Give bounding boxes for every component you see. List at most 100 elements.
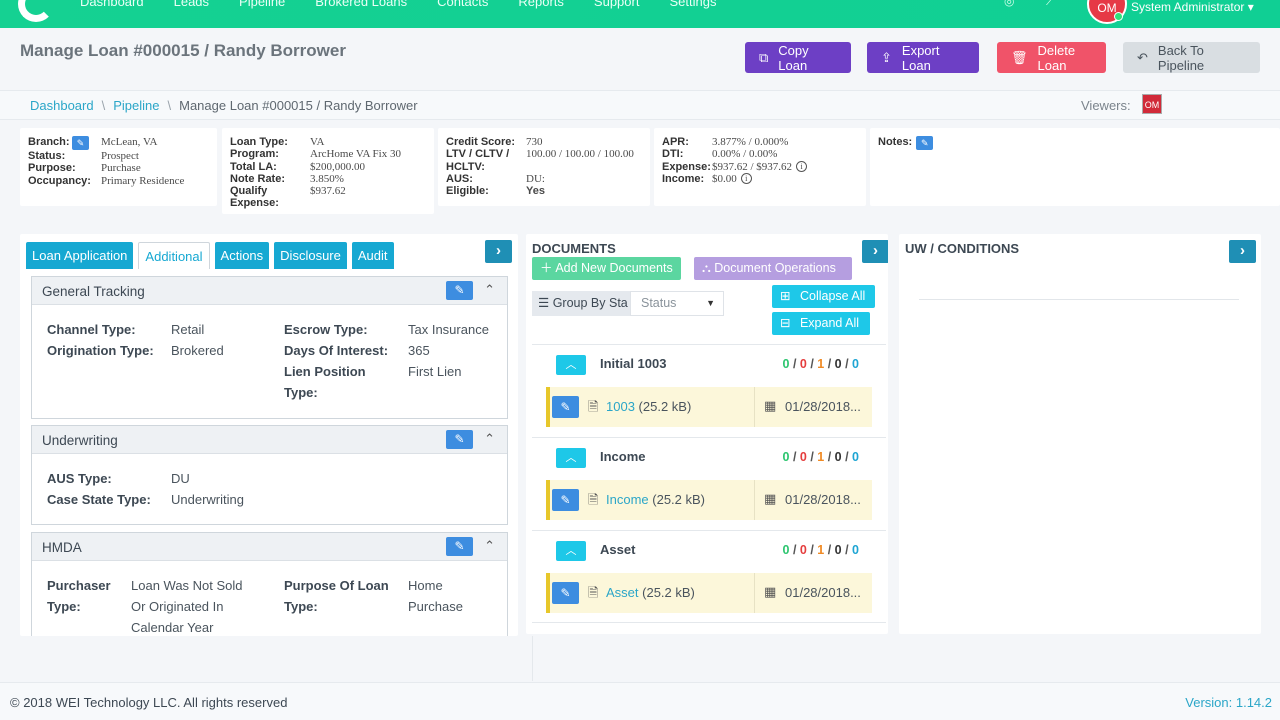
document-row[interactable]: ✎ 🗎 Income (25.2 kB) ▦ 01/28/2018... <box>546 480 872 520</box>
chevron-up-icon[interactable]: ⌃ <box>484 431 495 447</box>
purchaser-type-value-cont2: Calendar Year <box>131 620 214 635</box>
purpose-of-loan-label-cont: Type: <box>284 599 318 614</box>
total-la-value: $200,000.00 <box>310 160 365 173</box>
chevron-up-icon[interactable]: ︿ <box>556 541 586 561</box>
delete-loan-button[interactable]: 🗑 Delete Loan <box>997 42 1106 73</box>
nav-support[interactable]: Support <box>594 0 640 9</box>
status-value: Prospect <box>101 150 139 162</box>
app-logo[interactable] <box>18 0 54 22</box>
add-new-documents-button[interactable]: ＋ Add New Documents <box>532 257 681 280</box>
status-select[interactable]: Status ▼ <box>630 291 724 316</box>
nav-reports[interactable]: Reports <box>518 0 564 9</box>
row-divider <box>754 573 755 613</box>
expand-all-button[interactable]: ⊟ Expand All <box>772 312 870 335</box>
viewer-avatar[interactable]: OM <box>1142 94 1162 114</box>
nav-contacts[interactable]: Contacts <box>437 0 488 9</box>
underwriting-section: Underwriting ✎ ⌃ AUS Type: DU Case State… <box>31 425 508 525</box>
nav-leads[interactable]: Leads <box>174 0 209 9</box>
sitemap-icon: ⛬ <box>702 261 711 275</box>
income-value: $0.00 <box>712 172 737 185</box>
edit-notes-icon[interactable]: ✎ <box>916 136 934 150</box>
tab-disclosure[interactable]: Disclosure <box>274 242 347 269</box>
export-loan-button[interactable]: ⇪ Export Loan <box>867 42 979 73</box>
dti-value: 0.00% / 0.00% <box>712 148 778 161</box>
program-label: Program: <box>230 148 279 161</box>
chevron-right-icon: › <box>496 242 501 259</box>
edit-branch-icon[interactable]: ✎ <box>72 136 89 150</box>
days-of-interest-label: Days Of Interest: <box>284 343 389 358</box>
info-icon[interactable]: i <box>740 172 752 184</box>
expand-uw-button[interactable]: › <box>1229 240 1256 263</box>
tab-audit[interactable]: Audit <box>351 242 394 269</box>
edit-icon[interactable]: ✎ <box>552 396 579 418</box>
occupancy-value: Primary Residence <box>101 174 185 187</box>
expense-label: Expense: <box>662 160 711 173</box>
footer: © 2018 WEI Technology LLC. All rights re… <box>0 682 1280 720</box>
edit-icon[interactable]: ✎ <box>446 281 473 300</box>
user-menu[interactable]: System Administrator ▾ <box>1131 0 1254 14</box>
breadcrumb-bar: Dashboard \ Pipeline \ Manage Loan #0000… <box>0 90 1280 120</box>
nav-settings[interactable]: Settings <box>669 0 716 9</box>
count-approved: 0 <box>782 543 790 557</box>
case-state-type-value: Underwriting <box>171 492 244 507</box>
copyright-text: © 2018 WEI Technology LLC. All rights re… <box>10 695 288 710</box>
document-link[interactable]: Asset <box>606 585 639 600</box>
version-text[interactable]: Version: 1.14.2 <box>1185 695 1272 710</box>
info-icon[interactable]: i <box>796 160 808 172</box>
collapse-all-button[interactable]: ⊞ Collapse All <box>772 285 875 308</box>
purchaser-type-value: Loan Was Not Sold <box>131 578 243 593</box>
tab-loan-application[interactable]: Loan Application <box>26 242 134 269</box>
bell-icon[interactable]: ⟋ <box>1046 0 1054 9</box>
breadcrumb-dashboard[interactable]: Dashboard <box>30 98 94 113</box>
aus-type-label: AUS Type: <box>47 471 112 486</box>
purchaser-type-label: Purchaser <box>47 578 111 593</box>
edit-icon[interactable]: ✎ <box>552 489 579 511</box>
loan-summary-card-program: Loan Type: VA Program: ArcHome VA Fix 30 T… <box>222 128 434 214</box>
group-by-button[interactable]: ☰ Group By Sta <box>532 291 630 316</box>
doc-group-name: Income <box>600 449 646 464</box>
section-title: Underwriting <box>42 433 118 448</box>
nav-pipeline[interactable]: Pipeline <box>239 0 285 9</box>
document-date: 01/28/2018... <box>785 399 861 414</box>
document-link[interactable]: Income <box>606 492 649 507</box>
document-row[interactable]: ✎ 🗎 Asset (25.2 kB) ▦ 01/28/2018... <box>546 573 872 613</box>
globe-icon[interactable]: ◎ <box>1004 0 1014 8</box>
edit-icon[interactable]: ✎ <box>552 582 579 604</box>
delete-loan-label: Delete Loan <box>1037 42 1076 73</box>
edit-icon[interactable]: ✎ <box>446 430 473 449</box>
document-link[interactable]: 1003 <box>606 399 635 414</box>
edit-icon[interactable]: ✎ <box>446 537 473 556</box>
chevron-up-icon[interactable]: ︿ <box>556 355 586 375</box>
copy-loan-button[interactable]: ⧉ Copy Loan <box>745 42 851 73</box>
group-by-label: Group By Sta <box>552 296 628 310</box>
doc-status-counts: 0 / 0 / 1 / 0 / 0 <box>782 357 859 371</box>
lien-position-label: Lien Position <box>284 364 366 379</box>
expand-left-panel-button[interactable]: › <box>485 240 512 263</box>
expand-all-label: Expand All <box>799 316 860 330</box>
tab-actions[interactable]: Actions <box>214 242 270 269</box>
row-divider <box>754 387 755 427</box>
tab-additional[interactable]: Additional <box>138 242 210 269</box>
trash-icon: 🗑 <box>1011 49 1028 65</box>
general-tracking-section: General Tracking ✎ ⌃ Channel Type: Retai… <box>31 276 508 419</box>
chevron-up-icon[interactable]: ⌃ <box>484 538 495 554</box>
chevron-up-icon[interactable]: ⌃ <box>484 282 495 298</box>
count-rejected: 0 <box>799 357 807 371</box>
document-row[interactable]: ✎ 🗎 1003 (25.2 kB) ▦ 01/28/2018... <box>546 387 872 427</box>
expand-documents-button[interactable]: › <box>862 240 888 263</box>
chevron-right-icon: › <box>873 242 878 259</box>
nav-brokered-loans[interactable]: Brokered Loans <box>315 0 407 9</box>
chevron-up-icon[interactable]: ︿ <box>556 448 586 468</box>
minus-square-icon: ⊞ <box>780 289 791 303</box>
note-rate-value: 3.850% <box>310 172 344 185</box>
pdf-file-icon: 🗎 <box>588 585 599 600</box>
document-operations-button[interactable]: ⛬ Document Operations <box>694 257 852 280</box>
breadcrumb-pipeline[interactable]: Pipeline <box>113 98 159 113</box>
doc-group-initial-1003: ︿ Initial 1003 0 / 0 / 1 / 0 / 0 ✎ 🗎 100… <box>532 344 886 437</box>
nav-dashboard[interactable]: Dashboard <box>80 0 144 9</box>
back-to-pipeline-button[interactable]: ↶ Back To Pipeline <box>1123 42 1260 73</box>
avatar-initials: OM <box>1097 1 1117 15</box>
column-divider <box>532 636 533 681</box>
count-other: 0 <box>834 450 842 464</box>
user-avatar[interactable]: OM <box>1087 0 1127 24</box>
